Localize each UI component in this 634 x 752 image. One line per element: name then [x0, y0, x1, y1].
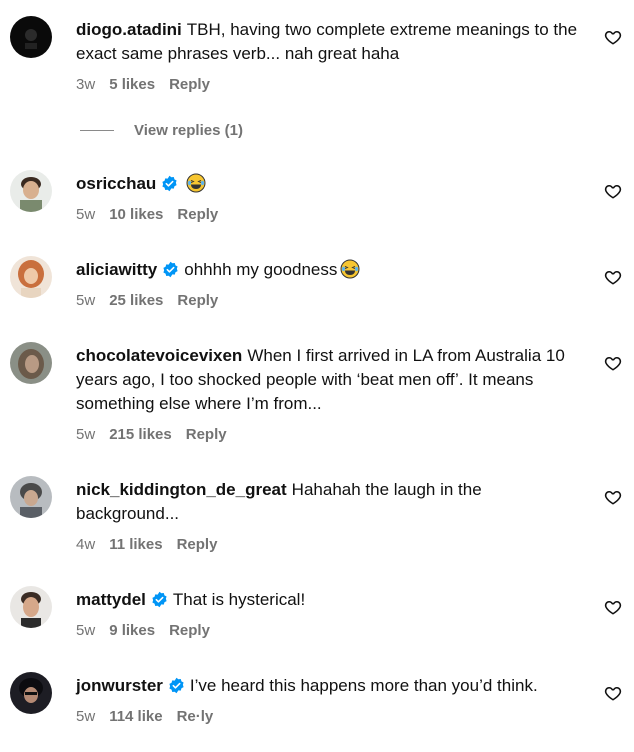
laughing-emoji-icon	[340, 259, 360, 279]
comment-meta: 4w 11 likes Reply	[76, 534, 586, 554]
likes-count[interactable]: 25 likes	[109, 292, 163, 309]
comment-text: osricchau	[76, 172, 586, 196]
comment-age: 3w	[76, 75, 96, 93]
comment-text: chocolatevoicevixen When I first arrived …	[76, 344, 586, 416]
avatar[interactable]	[10, 256, 52, 298]
view-replies-label: View replies (1)	[134, 122, 243, 139]
username[interactable]: mattydel	[76, 590, 146, 609]
avatar[interactable]	[10, 16, 52, 58]
verified-badge-icon	[169, 677, 184, 694]
reply-button[interactable]: Reply	[169, 622, 210, 639]
username[interactable]: osricchau	[76, 174, 156, 193]
comment-meta: 5w 25 likes Reply	[76, 290, 586, 310]
comment-meta: 5w 9 likes Reply	[76, 620, 586, 640]
comment-age: 5w	[76, 291, 96, 309]
comment-meta: 5w 215 likes Reply	[76, 424, 586, 444]
username[interactable]: chocolatevoicevixen	[76, 346, 242, 365]
verified-badge-icon	[152, 591, 167, 608]
verified-badge-icon	[162, 175, 177, 192]
divider	[80, 130, 114, 131]
heart-icon[interactable]	[604, 354, 622, 372]
heart-icon[interactable]	[604, 268, 622, 286]
comment-text: nick_kiddington_de_great Hahahah the laug…	[76, 478, 586, 526]
likes-count[interactable]: 114 like	[109, 708, 162, 725]
avatar[interactable]	[10, 476, 52, 518]
comment-body: ohhhh my goodness	[184, 260, 338, 279]
verified-badge-icon	[163, 261, 178, 278]
likes-count[interactable]: 9 likes	[109, 622, 155, 639]
reply-button[interactable]: Re·ly	[177, 708, 214, 725]
laughing-emoji-icon	[186, 173, 206, 193]
likes-count[interactable]: 10 likes	[109, 206, 163, 223]
comment-age: 5w	[76, 621, 96, 639]
likes-count[interactable]: 215 likes	[109, 426, 172, 443]
view-replies-button[interactable]: View replies (1)	[80, 122, 243, 139]
comment-age: 5w	[76, 707, 96, 725]
comment-body: That is hysterical!	[172, 590, 306, 609]
username[interactable]: jonwurster	[76, 676, 163, 695]
comment-text: mattydel That is hysterical!	[76, 588, 586, 612]
comment-age: 5w	[76, 205, 96, 223]
comment-age: 4w	[76, 535, 96, 553]
comment-age: 5w	[76, 425, 96, 443]
comment-meta: 3w 5 likes Reply	[76, 74, 586, 94]
comment-meta: 5w 114 like Re·ly	[76, 706, 586, 726]
avatar[interactable]	[10, 672, 52, 714]
likes-count[interactable]: 5 likes	[109, 76, 155, 93]
reply-button[interactable]: Reply	[186, 426, 227, 443]
heart-icon[interactable]	[604, 182, 622, 200]
heart-icon[interactable]	[604, 28, 622, 46]
heart-icon[interactable]	[604, 488, 622, 506]
reply-button[interactable]: Reply	[177, 536, 218, 553]
username[interactable]: diogo.atadini	[76, 20, 182, 39]
username[interactable]: nick_kiddington_de_great	[76, 480, 287, 499]
avatar[interactable]	[10, 170, 52, 212]
comment-body: I’ve heard this happens more than you’d …	[189, 676, 538, 695]
avatar[interactable]	[10, 586, 52, 628]
reply-button[interactable]: Reply	[177, 206, 218, 223]
likes-count[interactable]: 11 likes	[109, 536, 162, 553]
comment-text: aliciawitty ohhhh my goodness	[76, 258, 586, 282]
username[interactable]: aliciawitty	[76, 260, 157, 279]
heart-icon[interactable]	[604, 598, 622, 616]
reply-button[interactable]: Reply	[177, 292, 218, 309]
comment-meta: 5w 10 likes Reply	[76, 204, 586, 224]
comment-text: jonwurster I’ve heard this happens more t…	[76, 674, 586, 698]
avatar[interactable]	[10, 342, 52, 384]
reply-button[interactable]: Reply	[169, 76, 210, 93]
heart-icon[interactable]	[604, 684, 622, 702]
comment-text: diogo.atadini TBH, having two complete ex…	[76, 18, 586, 66]
